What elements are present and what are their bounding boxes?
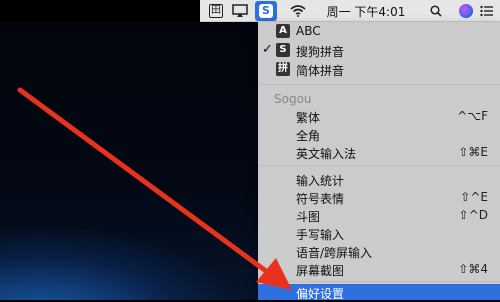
- menu-item-meme[interactable]: 斗图 ⇧^D: [258, 206, 500, 225]
- notification-center-icon[interactable]: [478, 0, 496, 22]
- menu-item-label: 屏幕截图: [296, 264, 345, 278]
- menu-separator: [258, 281, 500, 282]
- menu-item-preferences[interactable]: 偏好设置: [258, 284, 500, 301]
- menu-item-abc[interactable]: A ABC: [258, 22, 500, 41]
- menu-item-input-stats[interactable]: 输入统计: [258, 170, 500, 189]
- menu-item-label: 简体拼音: [296, 64, 345, 78]
- menu-item-sogou-pinyin[interactable]: ✓ S 搜狗拼音: [258, 41, 500, 60]
- siri-glyph: [459, 4, 473, 18]
- menu-item-label: 输入统计: [296, 174, 345, 188]
- menu-item-label: 偏好设置: [296, 287, 345, 301]
- siri-icon[interactable]: [458, 0, 474, 22]
- menu-item-shortcut: ⇧⌘4: [458, 262, 488, 276]
- menu-item-label: 搜狗拼音: [296, 45, 345, 59]
- list-glyph: [480, 5, 493, 17]
- menu-item-label: 手写输入: [296, 228, 345, 242]
- spotlight-search-icon[interactable]: [428, 0, 444, 22]
- menu-item-label: 符号表情: [296, 192, 345, 206]
- menu-item-simplified-pinyin[interactable]: 拼 简体拼音: [258, 60, 500, 79]
- menu-item-shortcut: ⇧^D: [458, 208, 488, 222]
- input-source-glyph: 田: [209, 4, 223, 18]
- sogou-menu-icon[interactable]: S: [255, 1, 277, 21]
- menu-bar-clock[interactable]: 周一 下午4:01: [320, 0, 412, 22]
- menu-separator: [258, 165, 500, 166]
- abc-source-icon: A: [276, 24, 290, 38]
- menu-item-label: 全角: [296, 129, 321, 143]
- menu-bar: 田 S 周一 下午4:01: [0, 0, 500, 22]
- menu-item-label: 繁体: [296, 111, 321, 125]
- menu-item-emoji[interactable]: 符号表情 ⇧^E: [258, 188, 500, 207]
- menu-item-label: 斗图: [296, 210, 321, 224]
- search-glyph: [430, 5, 442, 17]
- wifi-glyph: [290, 5, 306, 17]
- menu-item-english-input[interactable]: 英文输入法 ⇧⌘E: [258, 143, 500, 162]
- menu-item-voice-input[interactable]: 语音/跨屏输入: [258, 242, 500, 261]
- pinyin-source-icon: 拼: [276, 62, 290, 76]
- menu-bar-dark-region: [0, 0, 200, 22]
- menu-item-label: 英文输入法: [296, 147, 357, 161]
- section-title: Sogou: [274, 92, 312, 106]
- sogou-source-icon: S: [276, 43, 290, 57]
- menu-item-screenshot[interactable]: 屏幕截图 ⇧⌘4: [258, 260, 500, 279]
- sogou-glyph: S: [259, 4, 273, 18]
- checkmark-icon: ✓: [262, 42, 273, 57]
- input-source-icon[interactable]: 田: [208, 0, 224, 22]
- menu-item-shortcut: ⇧⌘E: [458, 145, 488, 159]
- menu-item-shortcut: ^⌥F: [457, 109, 488, 123]
- sogou-dropdown-menu: A ABC ✓ S 搜狗拼音 拼 简体拼音 Sogou 繁体 ^⌥F 全角 英文…: [258, 22, 500, 301]
- menu-item-shortcut: ⇧^E: [460, 190, 488, 204]
- menu-item-label: ABC: [296, 24, 321, 38]
- airplay-glyph: [232, 4, 248, 17]
- menu-separator: [258, 84, 500, 85]
- menu-item-label: 语音/跨屏输入: [296, 246, 373, 260]
- wifi-icon[interactable]: [288, 0, 308, 22]
- menu-item-handwriting[interactable]: 手写输入: [258, 224, 500, 243]
- menu-item-full-width[interactable]: 全角: [258, 125, 500, 144]
- airplay-icon[interactable]: [230, 0, 250, 22]
- menu-item-traditional[interactable]: 繁体 ^⌥F: [258, 107, 500, 126]
